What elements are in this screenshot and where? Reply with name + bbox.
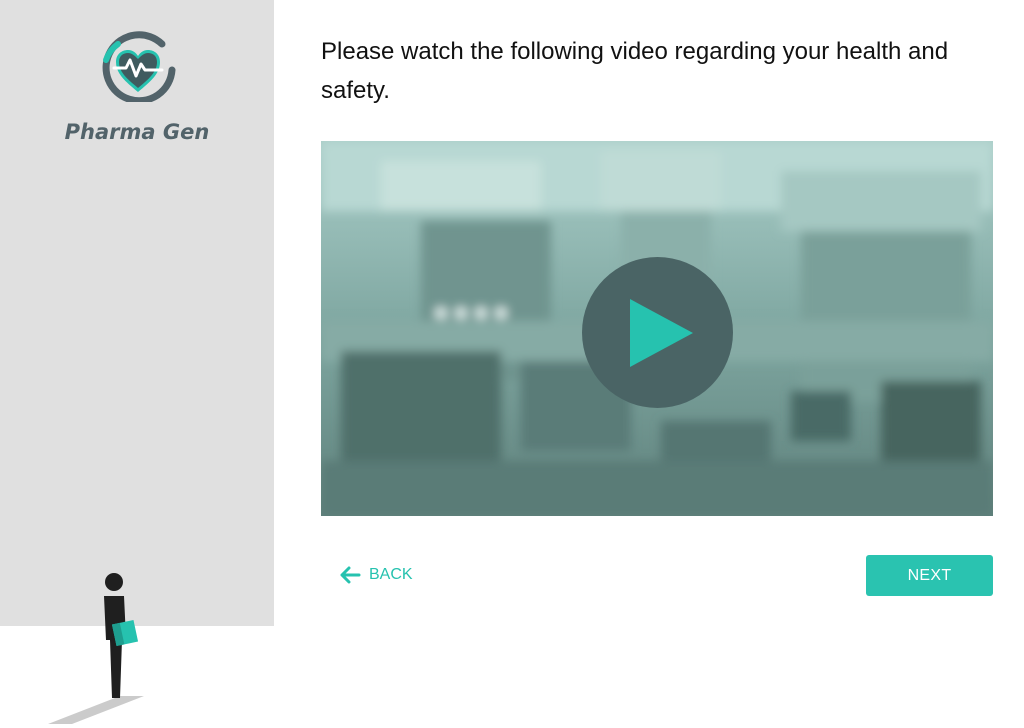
person-illustration: [48, 573, 144, 724]
back-label: BACK: [369, 566, 413, 583]
next-button[interactable]: NEXT: [866, 555, 993, 596]
arrow-left-icon: [340, 566, 361, 584]
page-heading: Please watch the following video regardi…: [321, 38, 949, 104]
sidebar: Pharma Gen: [0, 0, 274, 626]
play-button[interactable]: [582, 257, 733, 408]
back-button[interactable]: BACK: [339, 562, 413, 588]
brand-name: Pharma Gen: [64, 120, 210, 144]
play-icon: [630, 299, 693, 367]
video-player[interactable]: [321, 141, 993, 516]
pharma-gen-logo-icon: [102, 31, 176, 102]
